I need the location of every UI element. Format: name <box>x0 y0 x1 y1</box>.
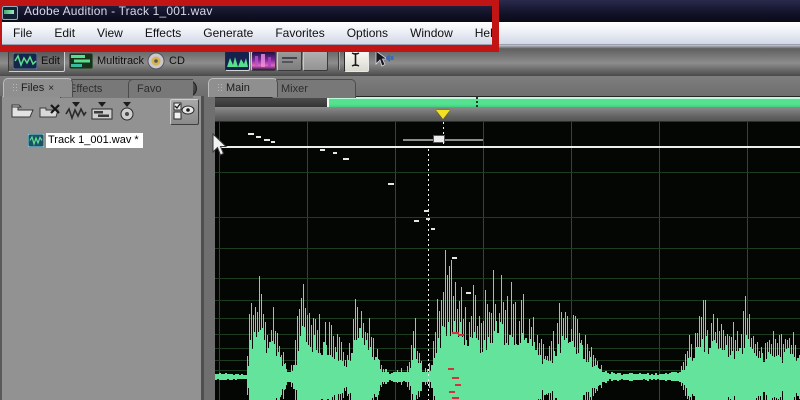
tab-grip <box>217 83 222 93</box>
tab-favorites-label: Favo <box>137 83 162 95</box>
tab-mixer[interactable]: Mixer <box>272 79 356 98</box>
menu-favorites[interactable]: Favorites <box>264 23 335 44</box>
time-selection-tool-icon <box>351 52 360 67</box>
tab-grip <box>12 83 17 93</box>
spectral-pan-view-button[interactable] <box>277 51 302 71</box>
app-icon <box>2 6 18 20</box>
main-toolbar: Edit Multitrack CD <box>0 45 800 76</box>
playhead-line-top <box>443 122 444 146</box>
spectral-pan-icon <box>282 57 297 63</box>
cd-view-button[interactable]: CD <box>142 50 190 72</box>
edit-view-icon <box>13 53 37 69</box>
close-file-icon[interactable] <box>38 101 62 121</box>
file-list-item[interactable]: Track 1_001.wav * <box>2 132 201 150</box>
file-name: Track 1_001.wav * <box>46 133 143 148</box>
tab-mixer-label: Mixer <box>281 83 308 95</box>
menu-view[interactable]: View <box>86 23 134 44</box>
insert-audio-icon[interactable] <box>64 101 88 121</box>
show-options-toggle[interactable] <box>170 99 199 125</box>
close-icon[interactable]: × <box>48 83 54 94</box>
menu-window[interactable]: Window <box>399 23 464 44</box>
multitrack-view-icon <box>69 53 93 69</box>
waveform-view-icon <box>227 57 248 67</box>
audio-file-icon <box>28 134 44 147</box>
menu-effects[interactable]: Effects <box>134 23 192 44</box>
ruler-strip[interactable] <box>215 107 800 122</box>
menu-generate[interactable]: Generate <box>192 23 264 44</box>
waveform-view-button[interactable] <box>225 51 250 71</box>
cd-view-label: CD <box>169 55 185 67</box>
spectral-phase-view-button[interactable] <box>303 51 328 71</box>
menu-edit[interactable]: Edit <box>43 23 86 44</box>
options-eye-icon <box>173 102 195 120</box>
tab-effects-label: Effects <box>69 83 103 95</box>
tab-main[interactable]: Main <box>208 78 278 97</box>
edit-view-label: Edit <box>41 55 60 67</box>
scrub-tool-icon <box>375 50 394 67</box>
menu-options[interactable]: Options <box>336 23 399 44</box>
spectral-frequency-icon <box>255 54 271 67</box>
cd-view-icon <box>147 52 165 70</box>
tab-main-label: Main <box>226 82 250 94</box>
spectral-frequency-view-button[interactable] <box>251 51 276 71</box>
playhead-triangle[interactable] <box>436 110 450 119</box>
edit-view-button[interactable]: Edit <box>8 50 65 72</box>
overview-dark-region <box>215 98 327 107</box>
mouse-cursor <box>212 133 228 156</box>
multitrack-view-label: Multitrack <box>97 55 145 67</box>
tab-files-label: Files <box>21 82 45 94</box>
open-file-icon[interactable] <box>10 101 34 121</box>
waveform-display[interactable] <box>215 122 800 400</box>
files-panel: Track 1_001.wav * <box>0 96 204 400</box>
insert-multitrack-icon[interactable] <box>90 101 114 121</box>
multitrack-view-button[interactable]: Multitrack <box>64 50 149 72</box>
menu-help[interactable]: Help <box>464 23 511 44</box>
title-bar: Adobe Audition - Track 1_001.wav <box>0 0 800 22</box>
window-title: Adobe Audition - Track 1_001.wav <box>24 4 213 18</box>
audition-window: Adobe Audition - Track 1_001.wav File Ed… <box>0 0 800 400</box>
toolbar-separator <box>338 50 339 70</box>
files-panel-toolbar <box>2 98 201 126</box>
panel-tabs-row: Files × Effects Favo ▶ Main Mixer <box>0 76 800 98</box>
amplitude-line <box>215 146 800 148</box>
tab-files[interactable]: Files × <box>3 78 73 97</box>
time-selection-tool-button[interactable] <box>344 49 369 72</box>
tab-favorites[interactable]: Favo <box>128 79 193 98</box>
menu-file[interactable]: File <box>2 23 43 44</box>
menu-bar: File Edit View Effects Generate Favorite… <box>0 22 800 45</box>
insert-cd-icon[interactable] <box>115 101 139 121</box>
scrub-tool-button[interactable] <box>372 49 395 70</box>
playhead-line <box>428 149 429 400</box>
